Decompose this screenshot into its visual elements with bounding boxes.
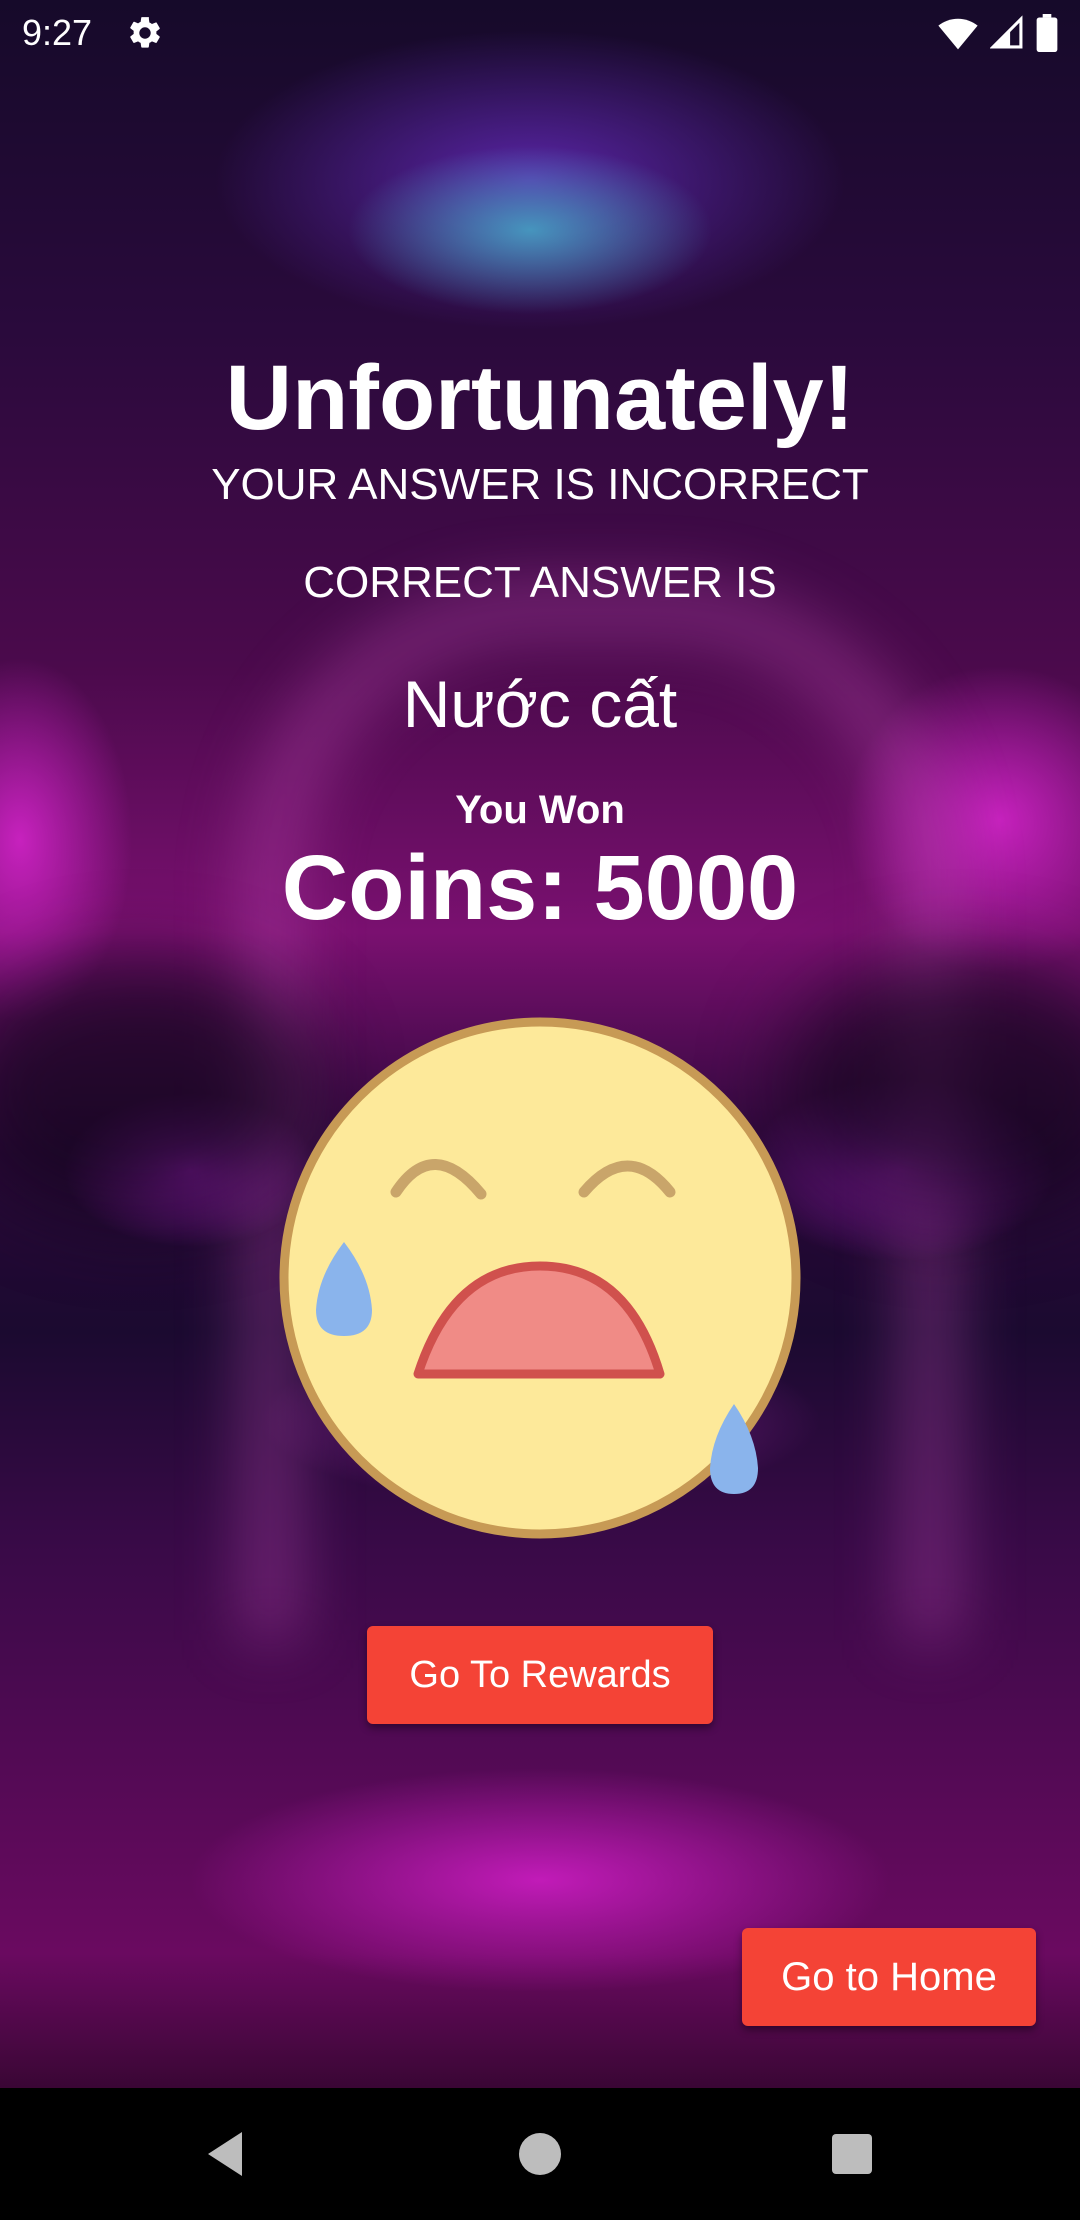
coins-won-text: Coins: 5000 — [281, 837, 799, 939]
status-time: 9:27 — [22, 12, 93, 53]
go-to-rewards-button[interactable]: Go To Rewards — [367, 1626, 713, 1724]
battery-icon — [1036, 14, 1058, 52]
recents-square-icon[interactable] — [826, 2128, 878, 2180]
status-icons — [938, 14, 1058, 52]
correct-answer-label: CORRECT ANSWER IS — [303, 558, 777, 607]
correct-answer-text: Nước cất — [402, 667, 678, 741]
back-icon[interactable] — [200, 2128, 252, 2180]
you-won-label: You Won — [455, 788, 625, 832]
navigation-bar — [0, 2088, 1080, 2220]
result-subtitle: YOUR ANSWER IS INCORRECT — [211, 460, 869, 509]
home-circle-icon[interactable] — [514, 2128, 566, 2180]
app-screen: 9:27 Unfortunately! YOUR ANSWER IS INCOR… — [0, 0, 1080, 2220]
go-to-home-button[interactable]: Go to Home — [742, 1928, 1036, 2026]
wifi-icon — [938, 18, 978, 50]
gear-icon — [130, 17, 160, 48]
cell-signal-icon — [990, 15, 1023, 49]
status-bar: 9:27 — [0, 0, 1080, 66]
result-title: Unfortunately! — [225, 347, 855, 449]
crying-face-icon — [279, 1017, 801, 1539]
